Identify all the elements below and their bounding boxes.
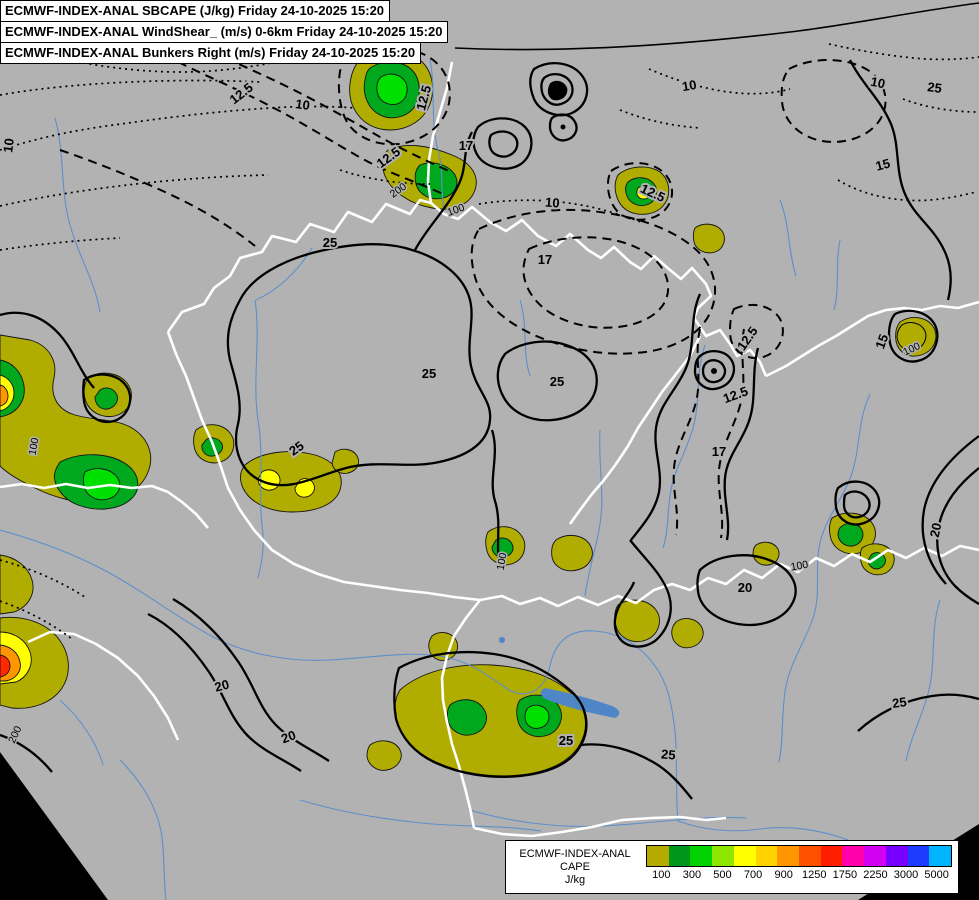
- colorbar-segment: [886, 846, 908, 866]
- colorbar-tick-label: 5000: [921, 869, 952, 881]
- windshear-contour-label: 25: [422, 366, 436, 381]
- windshear-contour-label: 20: [927, 521, 945, 538]
- colorbar-segment: [712, 846, 734, 866]
- windshear-contour-label: 20: [738, 580, 752, 595]
- windshear-contour-label: 25: [550, 374, 564, 389]
- cape-colorbar-ticks: 10030050070090012501750225030005000: [646, 869, 952, 881]
- colorbar-segment: [690, 846, 712, 866]
- windshear-contour-label: 25: [323, 235, 337, 250]
- legend-model-label: ECMWF-INDEX-ANAL: [519, 848, 630, 861]
- windshear-contour-label: 25: [661, 746, 677, 762]
- windshear-contour-label: 17: [459, 138, 473, 153]
- legend-parameter-label: CAPE: [560, 861, 590, 874]
- windshear-contour-label: 10: [681, 77, 698, 94]
- windshear-contour-label: 17: [538, 252, 552, 267]
- windshear-contour-label: 25: [559, 733, 573, 748]
- colorbar-tick-label: 1750: [830, 869, 861, 881]
- title-bunkers-right: ECMWF-INDEX-ANAL Bunkers Right (m/s) Fri…: [0, 42, 421, 64]
- windshear-contour-label: 25: [926, 79, 942, 96]
- weather-map-canvas: 12.5101012.512.5171012.51010251525252525…: [0, 0, 979, 900]
- legend: ECMWF-INDEX-ANAL CAPE J/kg 1003005007009…: [505, 840, 959, 894]
- weather-map-page: 12.5101012.512.5171012.51010251525252525…: [0, 0, 979, 900]
- legend-units-label: J/kg: [565, 874, 585, 887]
- windshear-contour-label: 10: [294, 96, 310, 113]
- windshear-contour-label: 10: [869, 74, 886, 92]
- colorbar-tick-label: 3000: [891, 869, 922, 881]
- colorbar-tick-label: 900: [768, 869, 799, 881]
- colorbar-segment: [647, 846, 669, 866]
- windshear-contour-label: 25: [891, 694, 907, 711]
- colorbar-segment: [842, 846, 864, 866]
- colorbar-segment: [864, 846, 886, 866]
- cape-colorbar: [646, 845, 952, 867]
- windshear-contour-label: 10: [0, 137, 17, 153]
- title-windshear: ECMWF-INDEX-ANAL WindShear_ (m/s) 0-6km …: [0, 21, 448, 43]
- colorbar-segment: [756, 846, 778, 866]
- colorbar-tick-label: 300: [677, 869, 708, 881]
- colorbar-segment: [734, 846, 756, 866]
- colorbar-segment: [821, 846, 843, 866]
- legend-colorbar-block: 10030050070090012501750225030005000: [644, 841, 958, 893]
- windshear-contour-label: 17: [712, 444, 726, 459]
- colorbar-tick-label: 2250: [860, 869, 891, 881]
- colorbar-segment: [908, 846, 930, 866]
- colorbar-tick-label: 700: [738, 869, 769, 881]
- windshear-contour-label: 10: [545, 194, 561, 210]
- colorbar-segment: [929, 846, 951, 866]
- colorbar-tick-label: 500: [707, 869, 738, 881]
- colorbar-segment: [669, 846, 691, 866]
- colorbar-segment: [799, 846, 821, 866]
- colorbar-tick-label: 1250: [799, 869, 830, 881]
- colorbar-tick-label: 100: [646, 869, 677, 881]
- legend-text-block: ECMWF-INDEX-ANAL CAPE J/kg: [506, 841, 644, 893]
- colorbar-segment: [777, 846, 799, 866]
- title-sbcape: ECMWF-INDEX-ANAL SBCAPE (J/kg) Friday 24…: [0, 0, 390, 22]
